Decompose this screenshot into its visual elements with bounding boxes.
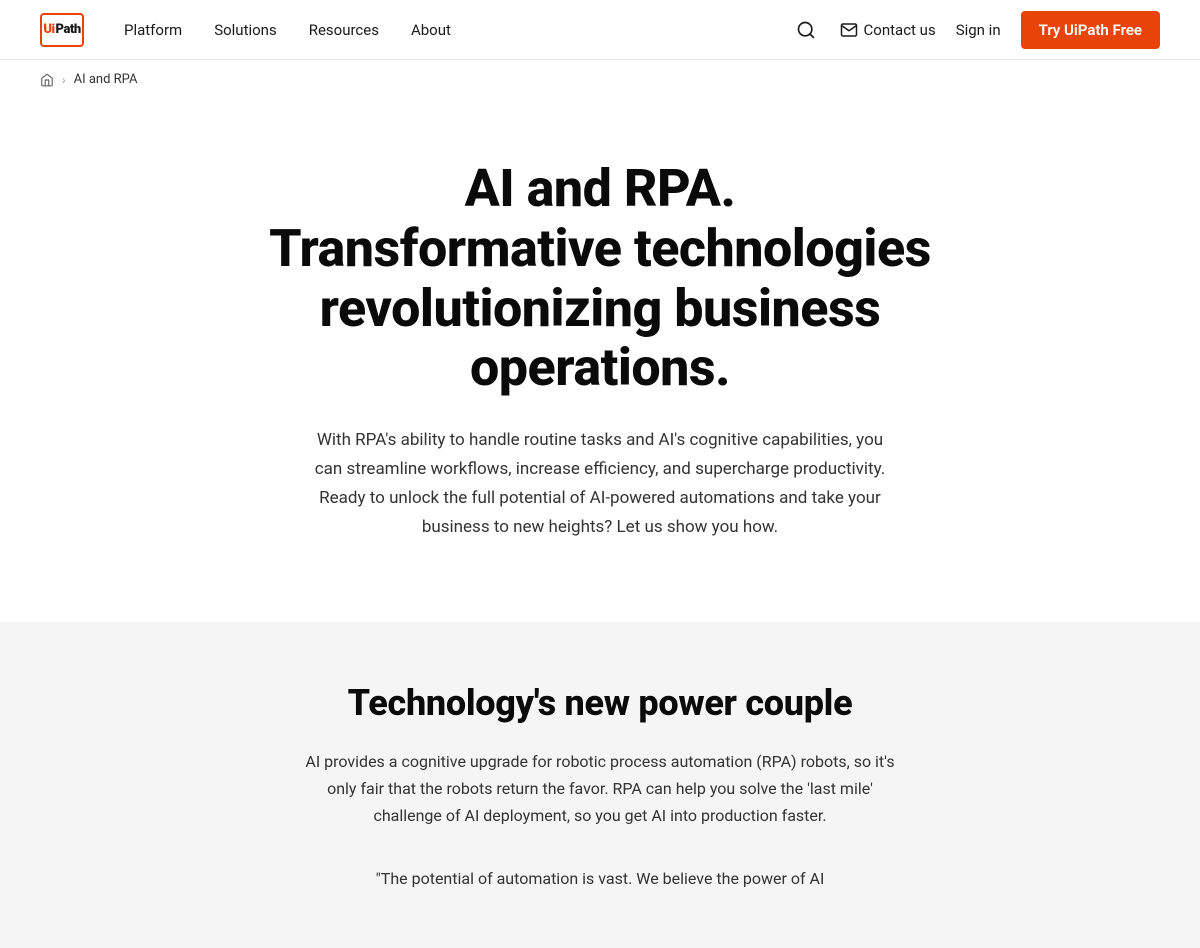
quote-text: "The potential of automation is vast. We… bbox=[300, 869, 900, 888]
contact-label: Contact us bbox=[864, 21, 936, 39]
hero-section: AI and RPA. Transformative technologies … bbox=[220, 99, 980, 622]
technology-title: Technology's new power couple bbox=[300, 682, 900, 724]
home-icon bbox=[40, 73, 54, 87]
search-button[interactable] bbox=[792, 16, 820, 44]
contact-button[interactable]: Contact us bbox=[840, 21, 936, 39]
logo[interactable]: Ui Path bbox=[40, 13, 84, 47]
nav-platform[interactable]: Platform bbox=[124, 21, 182, 39]
technology-section-inner: Technology's new power couple AI provide… bbox=[300, 682, 900, 830]
logo-ui: Ui bbox=[43, 22, 54, 37]
signin-button[interactable]: Sign in bbox=[956, 21, 1001, 39]
search-icon bbox=[796, 20, 816, 40]
nav-about[interactable]: About bbox=[411, 21, 451, 39]
technology-description: AI provides a cognitive upgrade for robo… bbox=[300, 748, 900, 830]
quote-section: "The potential of automation is vast. We… bbox=[40, 829, 1160, 888]
try-free-button[interactable]: Try UiPath Free bbox=[1021, 11, 1160, 49]
navbar-actions: Contact us Sign in Try UiPath Free bbox=[792, 11, 1160, 49]
breadcrumb-home[interactable] bbox=[40, 73, 54, 87]
breadcrumb: › AI and RPA bbox=[0, 60, 1200, 99]
hero-description: With RPA's ability to handle routine tas… bbox=[310, 426, 890, 542]
logo-text: Ui Path bbox=[43, 22, 80, 37]
technology-section: Technology's new power couple AI provide… bbox=[0, 622, 1200, 948]
breadcrumb-separator: › bbox=[62, 73, 66, 87]
hero-title: AI and RPA. Transformative technologies … bbox=[260, 159, 940, 398]
nav-links: Platform Solutions Resources About bbox=[124, 21, 792, 39]
logo-box: Ui Path bbox=[40, 13, 84, 47]
nav-solutions[interactable]: Solutions bbox=[214, 21, 277, 39]
breadcrumb-current: AI and RPA bbox=[74, 72, 138, 87]
nav-resources[interactable]: Resources bbox=[309, 21, 379, 39]
mail-icon bbox=[840, 21, 858, 39]
logo-path: Path bbox=[56, 22, 81, 37]
navbar: Ui Path Platform Solutions Resources Abo… bbox=[0, 0, 1200, 60]
